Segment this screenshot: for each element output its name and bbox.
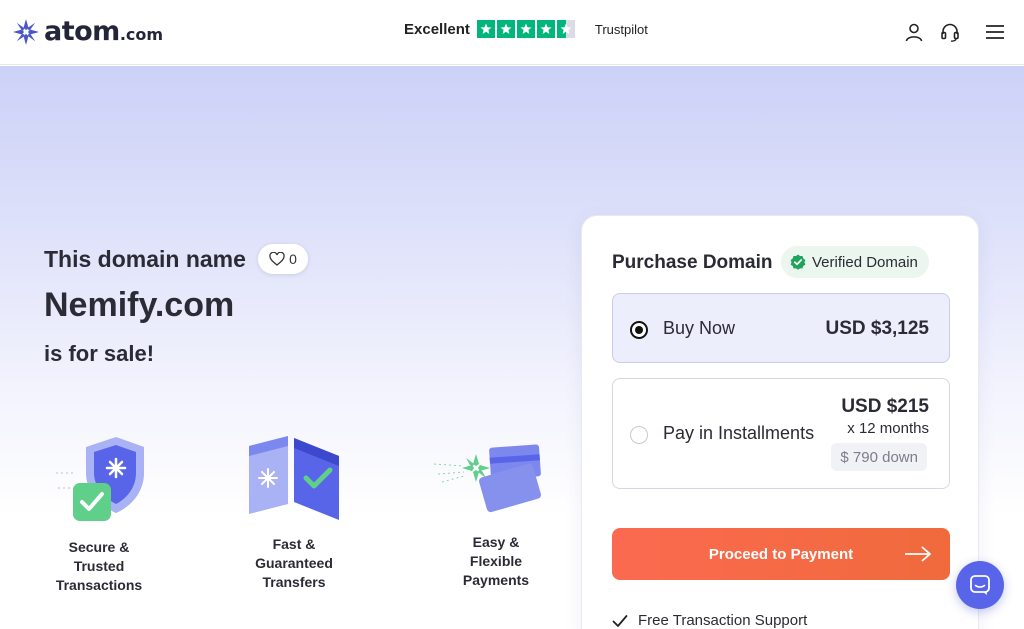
domain-intro-text: This domain name — [44, 246, 246, 272]
proceed-to-payment-button[interactable]: Proceed to Payment — [612, 528, 950, 580]
buy-now-label: Buy Now — [663, 318, 736, 338]
star-icon — [496, 20, 515, 38]
favorite-count: 0 — [289, 251, 297, 267]
site-header: atom .com Excellent Trustpilot — [0, 0, 1024, 65]
menu-icon[interactable] — [985, 22, 1005, 42]
feature-transfers-line2: Guaranteed — [255, 555, 333, 571]
feature-secure-line2: Trusted — [73, 558, 125, 574]
purchase-title: Purchase Domain — [612, 252, 773, 273]
buy-now-radio[interactable] — [630, 321, 648, 339]
logo-text: atom — [44, 16, 120, 47]
installments-price: USD $215 — [841, 396, 929, 417]
feature-transfers: Fast & Guaranteed Transfers — [240, 535, 348, 592]
favorite-button[interactable]: 0 — [258, 244, 308, 274]
buy-now-price: USD $3,125 — [825, 318, 929, 339]
checkmark-icon — [612, 614, 628, 627]
secure-shield-icon — [56, 437, 144, 521]
chat-icon — [970, 575, 990, 595]
installments-label: Pay in Installments — [663, 423, 815, 443]
feature-payments-line3: Payments — [462, 572, 530, 588]
star-icon — [536, 20, 555, 38]
heart-icon — [269, 252, 285, 266]
perk-transaction-support: Free Transaction Support — [612, 612, 807, 629]
star-half-icon — [556, 20, 575, 38]
feature-transfers-line3: Transfers — [262, 574, 326, 590]
star-icon — [476, 20, 495, 38]
headset-icon[interactable] — [940, 22, 960, 42]
trustpilot-label: Trustpilot — [594, 21, 648, 37]
trustpilot-rating[interactable]: Excellent Trustpilot — [404, 20, 648, 38]
feature-secure-line1: Secure & — [68, 539, 130, 555]
for-sale-text: is for sale! — [44, 341, 155, 366]
verified-check-icon — [790, 254, 806, 270]
installments-down-payment: $ 790 down — [831, 443, 927, 471]
option-buy-now[interactable]: Buy Now USD $3,125 — [612, 293, 950, 363]
logo[interactable]: atom .com — [12, 16, 163, 47]
feature-payments-line1: Easy & — [472, 534, 520, 550]
trust-stars — [476, 20, 575, 38]
arrow-right-icon — [905, 546, 931, 562]
installments-radio[interactable] — [630, 426, 648, 444]
atom-logo-icon — [13, 18, 39, 45]
installments-term: x 12 months — [847, 420, 929, 437]
feature-secure-line3: Transactions — [55, 577, 143, 593]
star-icon — [516, 20, 535, 38]
feature-payments: Easy & Flexible Payments — [442, 533, 550, 590]
feature-secure: Secure & Trusted Transactions — [40, 538, 158, 595]
verified-badge: Verified Domain — [781, 246, 929, 278]
option-installments[interactable]: Pay in Installments USD $215 x 12 months… — [612, 378, 950, 489]
feature-payments-line2: Flexible — [469, 553, 523, 569]
payment-cards-icon — [434, 444, 541, 513]
user-icon[interactable] — [904, 22, 924, 42]
domain-name: Nemify.com — [44, 286, 235, 324]
verified-label: Verified Domain — [812, 253, 918, 271]
perk-label: Free Transaction Support — [638, 612, 808, 629]
chat-launcher-button[interactable] — [956, 561, 1004, 609]
transfer-windows-icon — [249, 436, 339, 520]
proceed-label: Proceed to Payment — [708, 545, 854, 563]
logo-tld: .com — [119, 25, 164, 44]
feature-transfers-line1: Fast & — [272, 536, 316, 552]
purchase-card: Purchase Domain Verified Domain Buy Now … — [581, 215, 979, 629]
trust-rating-word: Excellent — [404, 20, 470, 38]
